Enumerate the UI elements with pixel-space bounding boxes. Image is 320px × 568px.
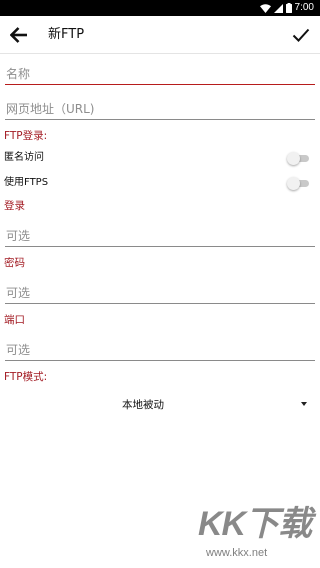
status-bar: 7:00 [0, 0, 320, 16]
url-field [5, 98, 315, 120]
ftp-login-heading: FTP登录: [4, 130, 48, 142]
anonymous-access-label: 匿名访问 [4, 152, 44, 163]
password-label: 密码 [4, 257, 25, 269]
confirm-button[interactable] [290, 24, 312, 46]
login-field [5, 225, 315, 247]
battery-icon [285, 3, 292, 13]
arrow-left-icon [10, 27, 27, 43]
watermark-brand: KK下载 [198, 505, 312, 543]
ftp-mode-select[interactable]: 本地被动 [92, 397, 310, 415]
port-label: 端口 [4, 314, 25, 326]
dropdown-arrow-icon [301, 402, 307, 406]
check-icon [292, 28, 310, 42]
status-time: 7:00 [294, 2, 314, 13]
watermark: KK下载 www.kkx.net [196, 504, 318, 566]
url-input[interactable] [5, 99, 315, 120]
toolbar: 新FTP [0, 16, 320, 54]
ftp-mode-heading: FTP模式: [4, 371, 48, 383]
watermark-url: www.kkx.net [206, 547, 268, 559]
use-ftps-label: 使用FTPS [4, 177, 49, 188]
switch-thumb [287, 177, 300, 190]
switch-thumb [287, 152, 300, 165]
password-field [5, 282, 315, 304]
signal-icon [273, 3, 283, 13]
back-button[interactable] [8, 24, 30, 46]
login-label: 登录 [4, 200, 25, 212]
page-title: 新FTP [48, 27, 85, 42]
status-icons: 7:00 [259, 2, 314, 14]
name-field [5, 63, 315, 85]
use-ftps-switch[interactable] [287, 177, 309, 190]
anonymous-access-switch[interactable] [287, 152, 309, 165]
name-input[interactable] [5, 64, 315, 85]
ftp-mode-value: 本地被动 [122, 399, 164, 411]
wifi-icon [259, 3, 271, 13]
login-input[interactable] [5, 226, 315, 247]
password-input[interactable] [5, 283, 315, 304]
port-field [5, 339, 315, 361]
port-input[interactable] [5, 340, 315, 361]
